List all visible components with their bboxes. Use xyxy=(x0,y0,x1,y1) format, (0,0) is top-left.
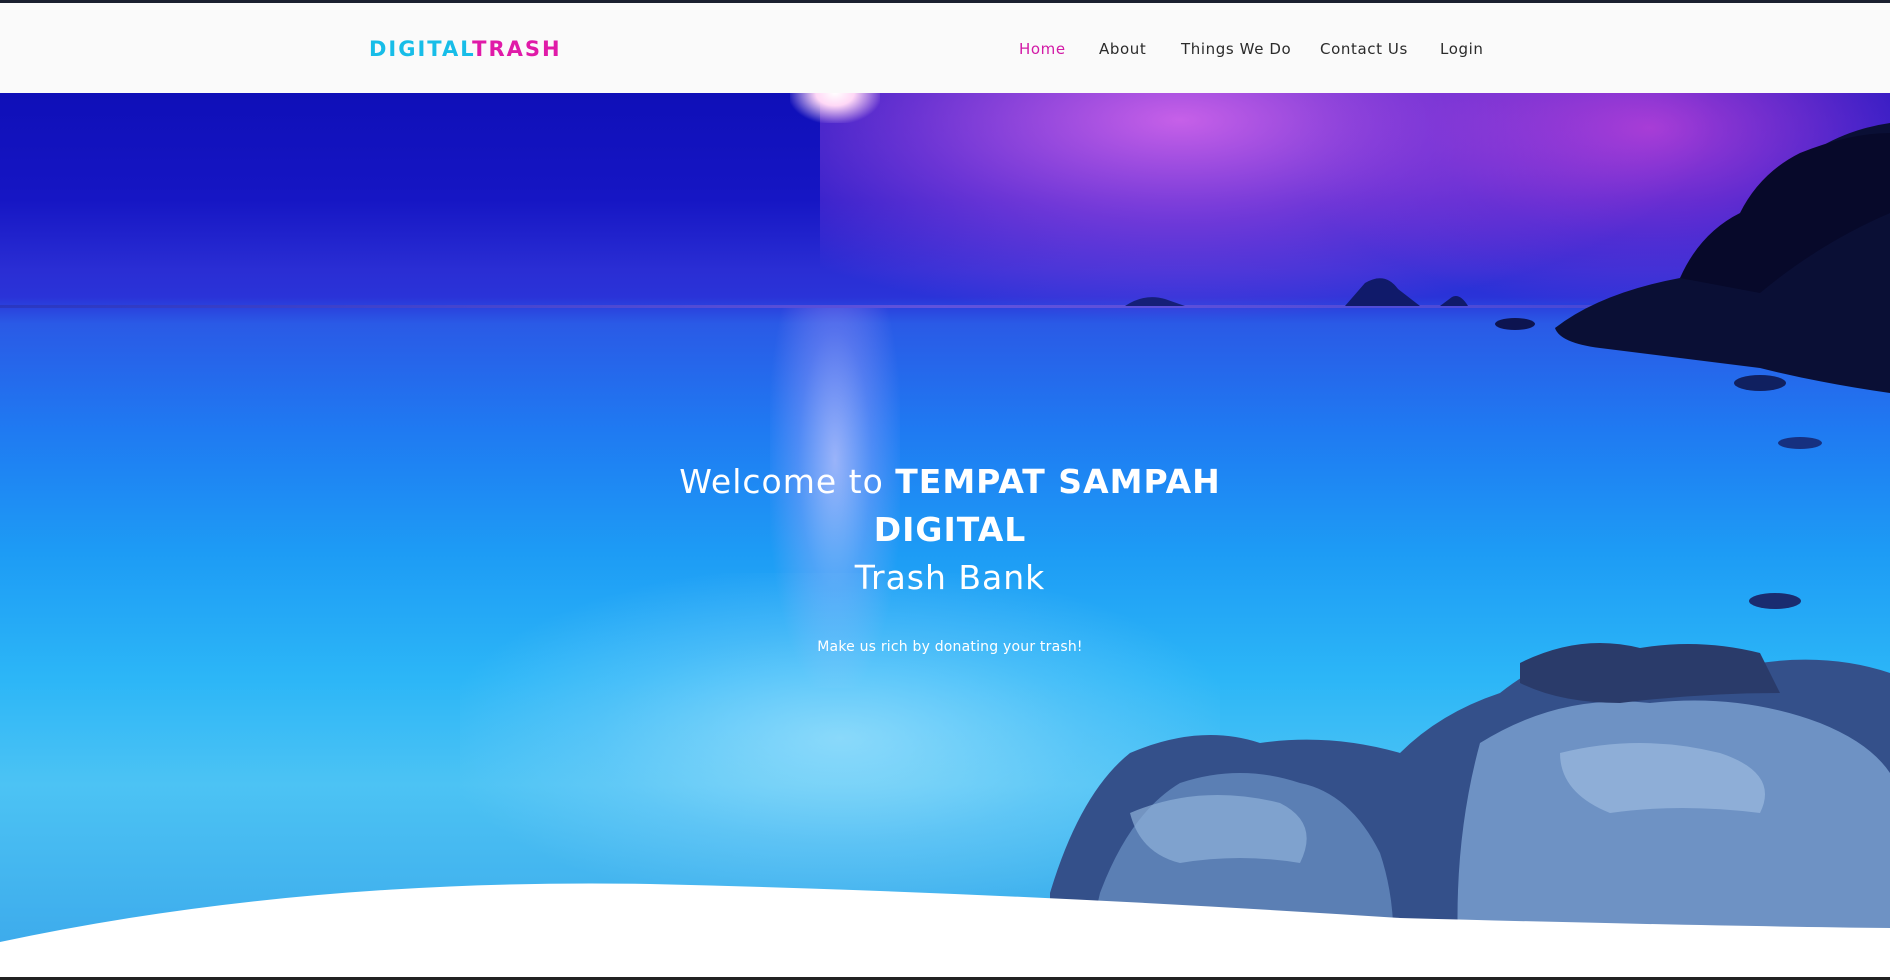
wave-divider xyxy=(0,883,1890,980)
distant-island-left xyxy=(1125,297,1185,306)
hero-headline: Welcome to TEMPAT SAMPAH DIGITAL xyxy=(645,458,1255,554)
nav-contact-us[interactable]: Contact Us xyxy=(1320,39,1408,59)
site-header: DIGITALTRASH Home About Things We Do Con… xyxy=(0,3,1890,93)
nav-about[interactable]: About xyxy=(1099,39,1146,59)
hero-text: Welcome to TEMPAT SAMPAH DIGITAL Trash B… xyxy=(645,458,1255,656)
nav-things-we-do[interactable]: Things We Do xyxy=(1181,39,1291,59)
brand-logo-part2: TRASH xyxy=(472,37,562,61)
hero-tagline: Make us rich by donating your trash! xyxy=(817,639,1083,655)
nav-home[interactable]: Home xyxy=(1019,39,1066,59)
hero-site-name: TEMPAT SAMPAH DIGITAL xyxy=(873,462,1221,549)
hero-welcome: Welcome to xyxy=(679,462,884,501)
brand-logo[interactable]: DIGITALTRASH xyxy=(369,36,562,62)
distant-island-small xyxy=(1440,296,1468,306)
distant-island xyxy=(1345,278,1420,306)
nav-login[interactable]: Login xyxy=(1440,39,1483,59)
hero-banner: Welcome to TEMPAT SAMPAH DIGITAL Trash B… xyxy=(0,93,1890,980)
hero-subtitle: Trash Bank xyxy=(854,558,1046,597)
brand-logo-part1: DIGITAL xyxy=(369,37,473,61)
